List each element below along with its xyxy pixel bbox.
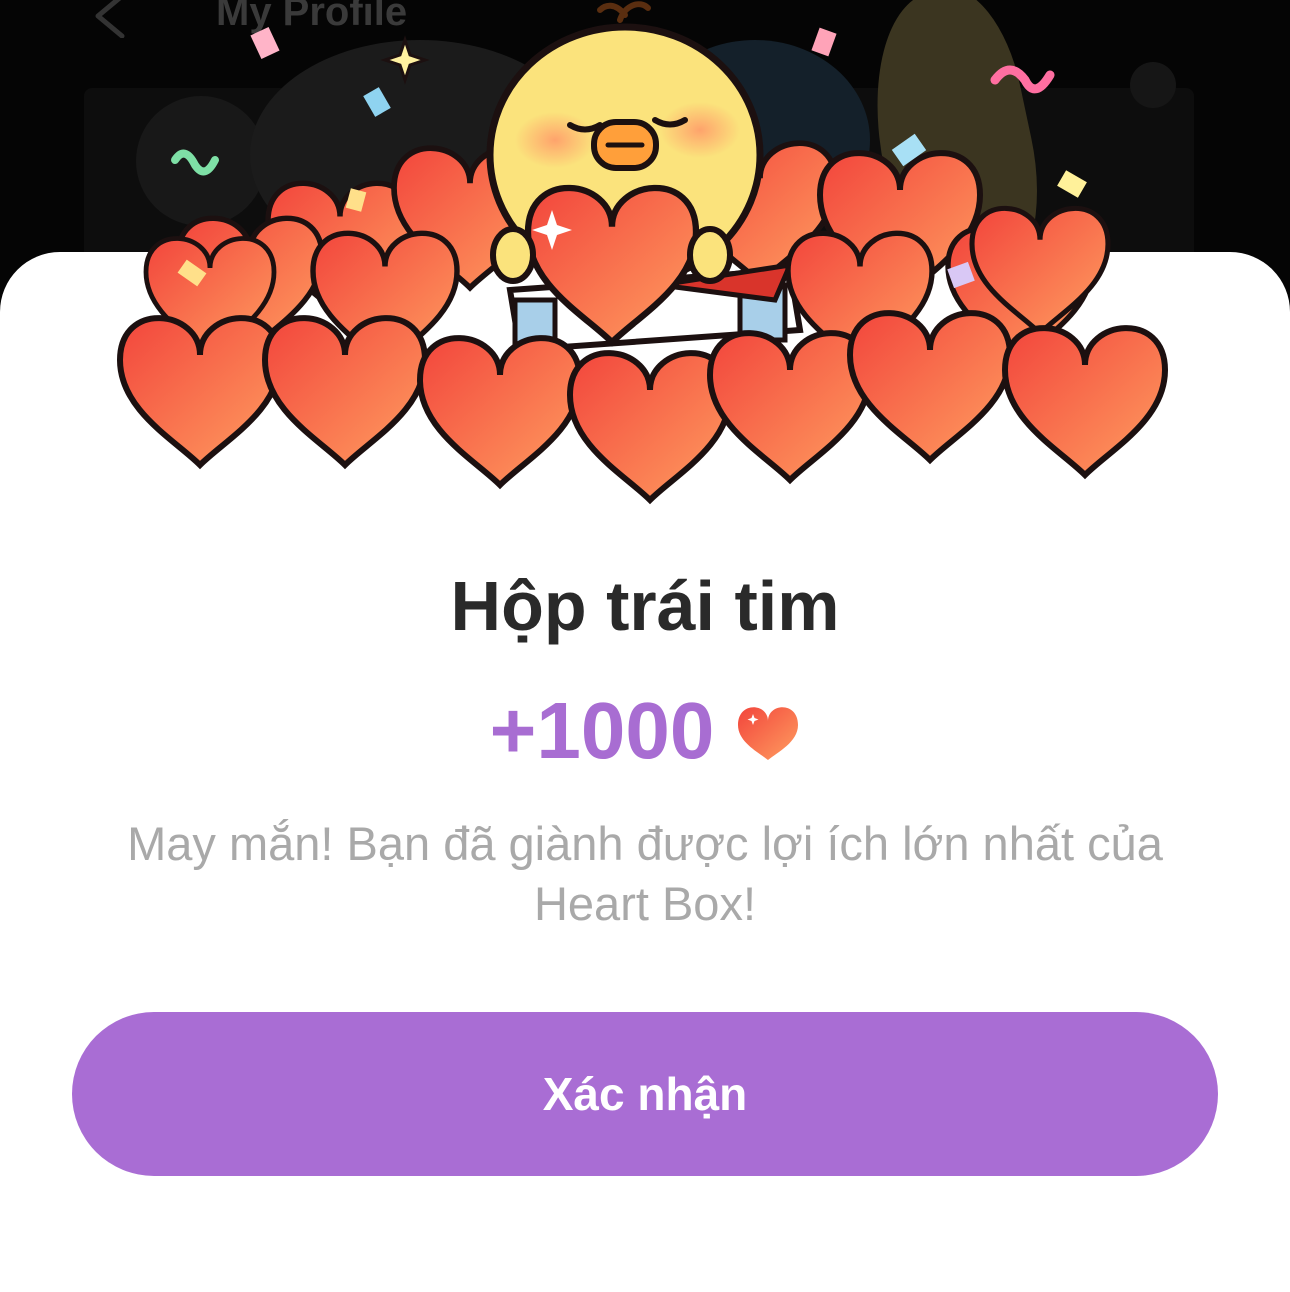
modal-title: Hộp trái tim (450, 567, 840, 645)
reward-amount: +1000 (489, 686, 715, 775)
modal-description: May mắn! Bạn đã giành được lợi ích lớn n… (127, 817, 1163, 930)
confirm-button[interactable]: Xác nhận (72, 1012, 1218, 1176)
reward-row: +1000 (0, 686, 1290, 776)
heart-box-illustration (100, 1, 1190, 510)
heart-icon (738, 707, 799, 760)
